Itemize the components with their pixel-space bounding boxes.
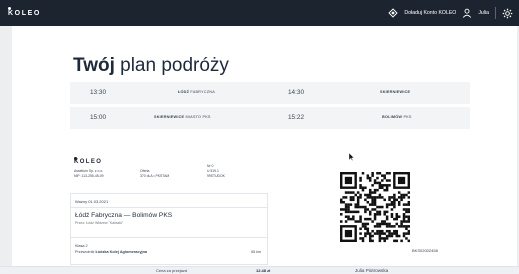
ticket-logo-text: KOLEO (74, 159, 103, 165)
top-right-controls: Doładuj Konto KOLEO Julia (388, 5, 513, 21)
carrier: Przewoźnik Łódzka Kolej Aglomeracyjna (75, 249, 263, 255)
departure-station-name: FABRYCZNA (190, 90, 215, 94)
route-table: 13:30 ŁÓDŹ FABRYCZNA 14:30 SKIERNIEWICE … (70, 82, 470, 132)
arrival-time: 15:22 (288, 114, 304, 121)
carrier-prefix: Przewoźnik (75, 250, 95, 254)
departure-station-city: SKIERNIEWICE (154, 115, 185, 119)
price-value: 12.48 zł (256, 268, 271, 273)
valid-date: Ważny 01.03.2021 (71, 194, 267, 208)
route-row: 13:30 ŁÓDŹ FABRYCZNA 14:30 SKIERNIEWICE (70, 82, 470, 104)
page-title-bold: Twój (73, 55, 115, 76)
mouse-cursor-icon (348, 148, 355, 166)
qr-code-graphic (340, 172, 411, 243)
ticket-qr-code (340, 172, 411, 244)
logo-text: KOLEO (8, 10, 41, 17)
ticket: KOLEO Asseltum Sp. z o.o. NIP: 113-255-4… (70, 150, 270, 274)
page-title: Twój plan podróży (73, 55, 229, 77)
arrival-station-city: SKIERNIEWICE (380, 90, 411, 94)
departure-station-city: ŁÓDŹ (178, 90, 190, 94)
seller-info: Asseltum Sp. z o.o. NIP: 113-255-45-09 (74, 169, 104, 179)
ticket-code: BKS02002458 (412, 248, 438, 253)
price-label: Cena za przejazd (156, 268, 188, 273)
departure-station: SKIERNIEWICE MIASTO PKS (154, 115, 211, 119)
ticket-koleo-logo: KOLEO (74, 157, 114, 169)
divider (495, 7, 496, 19)
arrival-station-name: PKS (403, 115, 412, 119)
ticket-footer: Cena za przejazd 12.48 zł Julia Piotrows… (0, 266, 519, 274)
departure-time: 15:00 (90, 114, 106, 121)
ticket-route-title: Łódź Fabryczna — Bolimów PKS (75, 212, 173, 219)
wallet-icon[interactable] (388, 8, 399, 18)
route-row: 15:00 SKIERNIEWICE MIASTO PKS 15:22 BOLI… (70, 107, 470, 129)
top-navigation-bar: KOLEO Doładuj Konto KOLEO Julia (0, 0, 519, 26)
offer-value: 370 dLA • PKSTAM (140, 174, 170, 178)
arrival-station: BOLIMÓW PKS (382, 115, 412, 119)
ticket-route: Łódź Fabryczna — Bolimów PKS Przez: Łódź… (71, 208, 267, 238)
carrier-name: Łódzka Kolej Aglomeracyjna (95, 250, 148, 254)
arrival-station: SKIERNIEWICE (380, 90, 410, 94)
departure-station: ŁÓDŹ FABRYCZNA (178, 90, 215, 94)
koleo-logo[interactable]: KOLEO (8, 7, 48, 21)
top-up-account-link[interactable]: Doładuj Konto KOLEO (404, 10, 456, 16)
arrival-time: 14:30 (288, 89, 304, 96)
ticket-details-box: Ważny 01.03.2021 Łódź Fabryczna — Bolimó… (70, 193, 268, 265)
page-title-rest: plan podróży (120, 55, 229, 76)
user-icon[interactable] (462, 8, 472, 18)
departure-time: 13:30 (90, 89, 106, 96)
ticket-route-via: Przez: Łódź Widzew "Kaliszki" (75, 221, 124, 225)
departure-station-name: MIASTO PKS (185, 115, 211, 119)
ticket-class-carrier: Klasa 2 Przewoźnik Łódzka Kolej Aglomera… (71, 238, 267, 264)
ticket-number-info: Nr 0 U 519.1 99STUDOK (207, 164, 225, 179)
arrival-station-city: BOLIMÓW (382, 115, 403, 119)
ticket-number-line: 99STUDOK (207, 174, 225, 178)
seller-nip: NIP: 113-255-45-09 (74, 174, 104, 178)
passenger-name: Julia Piotrowska (355, 268, 389, 273)
offer-info: Oferta 370 dLA • PKSTAM (140, 169, 169, 179)
settings-gear-icon[interactable] (502, 8, 513, 19)
distance: 65 km (251, 250, 261, 254)
user-name[interactable]: Julia (478, 10, 489, 16)
